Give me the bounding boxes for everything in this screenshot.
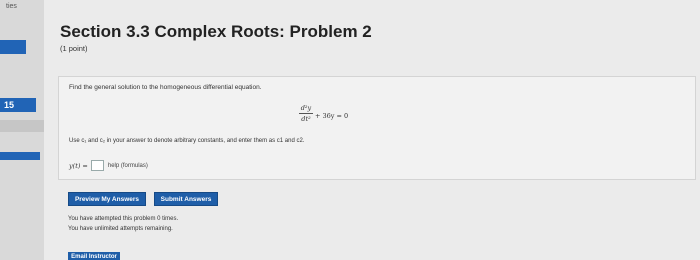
problem-instructions: Find the general solution to the homogen… <box>69 84 262 91</box>
differential-equation: d²y dt² + 36y = 0 <box>299 104 359 132</box>
usage-note: Use c₁ and c₂ in your answer to denote a… <box>69 138 305 144</box>
derivative-fraction: d²y dt² <box>299 104 313 123</box>
page-title: Section 3.3 Complex Roots: Problem 2 <box>60 22 372 41</box>
preview-answers-button[interactable]: Preview My Answers <box>68 192 146 206</box>
main-content: Section 3.3 Complex Roots: Problem 2 (1 … <box>44 0 700 260</box>
rail-nav-item[interactable] <box>0 40 26 54</box>
answer-row: y(t) = help (formulas) <box>69 160 148 171</box>
attempts-remaining: You have unlimited attempts remaining. <box>68 226 173 232</box>
points-label: (1 point) <box>60 44 88 53</box>
rail-top-text: ties <box>6 3 17 10</box>
rail-label: 15 <box>4 100 15 110</box>
derivative-numerator: d²y <box>300 104 312 112</box>
rail-nav-item[interactable] <box>0 152 40 160</box>
derivative-denominator: dt² <box>301 115 311 123</box>
left-rail: ties 15 <box>0 0 44 260</box>
email-instructor-button[interactable]: Email Instructor <box>68 252 120 260</box>
rail-nav-item[interactable] <box>0 120 44 132</box>
attempts-status: You have attempted this problem 0 times. <box>68 216 179 222</box>
fraction-bar <box>299 113 313 114</box>
answer-input[interactable] <box>90 160 104 171</box>
equation-rest: + 36y = 0 <box>315 112 349 120</box>
submit-answers-button[interactable]: Submit Answers <box>154 192 218 206</box>
problem-panel: Find the general solution to the homogen… <box>58 76 696 180</box>
answer-label: y(t) = <box>69 161 88 170</box>
help-formulas-link[interactable]: help (formulas) <box>108 163 148 169</box>
rail-nav-item-active[interactable]: 15 <box>0 98 36 112</box>
